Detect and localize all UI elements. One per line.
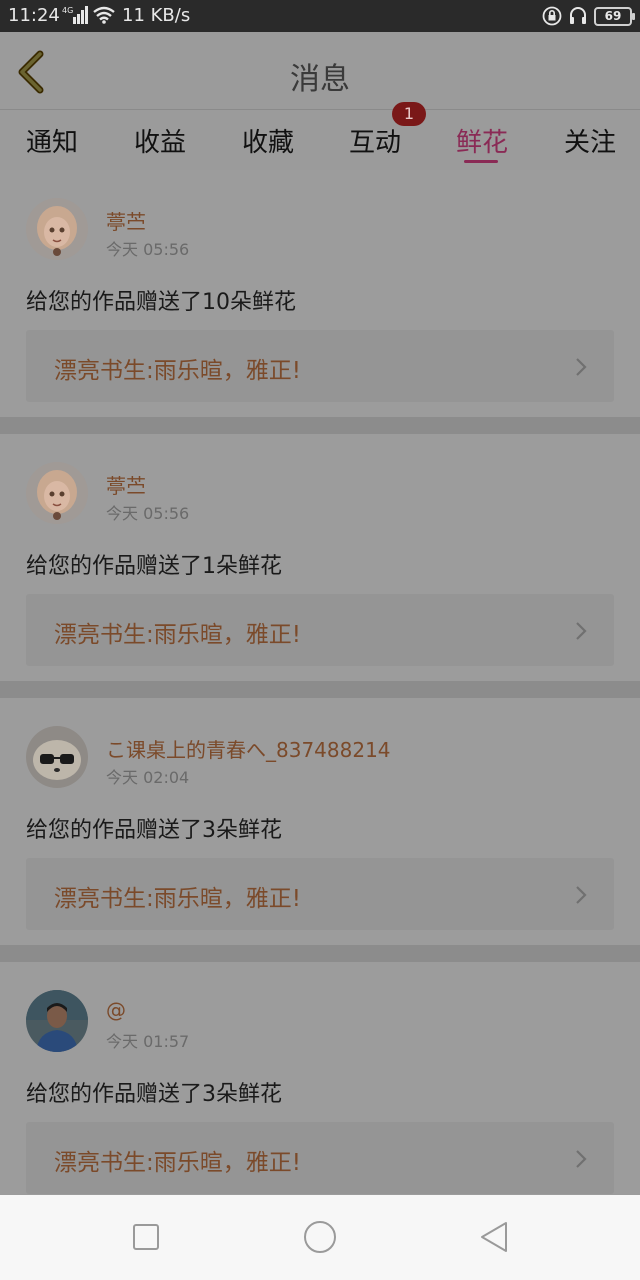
- tab-bar: 通知 收益 收藏 互动 鲜花 关注: [0, 110, 640, 170]
- work-link[interactable]: 漂亮书生:雨乐暄，雅正!: [26, 330, 614, 402]
- doll-avatar-icon: [26, 462, 88, 524]
- tab-flowers[interactable]: 鲜花: [456, 122, 508, 159]
- unread-badge: 1: [392, 102, 426, 126]
- active-tab-indicator: [464, 160, 498, 163]
- tab-favorites[interactable]: 收藏: [242, 122, 294, 159]
- message-card: こ课桌上的青春へ_837488214 今天 02:04 给您的作品赠送了3朵鲜花…: [0, 698, 640, 962]
- work-title: 漂亮书生:雨乐暄，雅正!: [54, 622, 301, 648]
- message-text: 给您的作品赠送了10朵鲜花: [26, 290, 296, 315]
- status-bar: 11:24 4G 11 KB/s 69: [0, 0, 640, 32]
- chevron-right-icon: [576, 886, 587, 904]
- header: 消息: [0, 32, 640, 110]
- rotation-lock-icon: [542, 6, 562, 26]
- wifi-icon: [93, 6, 115, 24]
- work-link[interactable]: 漂亮书生:雨乐暄，雅正!: [26, 1122, 614, 1194]
- network-speed: 11 KB/s: [122, 5, 191, 26]
- tab-notifications[interactable]: 通知: [26, 122, 78, 159]
- work-title: 漂亮书生:雨乐暄，雅正!: [54, 358, 301, 384]
- work-link[interactable]: 漂亮书生:雨乐暄，雅正!: [26, 858, 614, 930]
- circle-icon[interactable]: [300, 1217, 340, 1257]
- chevron-right-icon: [576, 622, 587, 640]
- message-text: 给您的作品赠送了3朵鲜花: [26, 818, 282, 843]
- page-title: 消息: [290, 62, 350, 97]
- work-title: 漂亮书生:雨乐暄，雅正!: [54, 1150, 301, 1176]
- message-card: @ 今天 01:57 给您的作品赠送了3朵鲜花 漂亮书生:雨乐暄，雅正!: [0, 962, 640, 1195]
- chevron-right-icon: [576, 1150, 587, 1168]
- message-card: 葶苎 今天 05:56 给您的作品赠送了10朵鲜花 漂亮书生:雨乐暄，雅正!: [0, 170, 640, 434]
- message-time: 今天 02:04: [106, 768, 190, 787]
- triangle-back-icon[interactable]: [474, 1217, 514, 1257]
- avatar[interactable]: [26, 990, 88, 1052]
- system-nav-bar: [0, 1195, 640, 1280]
- username[interactable]: こ课桌上的青春へ_837488214: [106, 734, 391, 763]
- status-time: 11:24: [8, 5, 60, 26]
- message-card: 葶苎 今天 05:56 给您的作品赠送了1朵鲜花 漂亮书生:雨乐暄，雅正!: [0, 434, 640, 698]
- square-icon[interactable]: [126, 1217, 166, 1257]
- person-avatar-icon: [26, 990, 88, 1052]
- signal-icon: 4G: [62, 6, 88, 24]
- avatar[interactable]: [26, 726, 88, 788]
- battery-indicator: 69: [594, 7, 635, 26]
- work-link[interactable]: 漂亮书生:雨乐暄，雅正!: [26, 594, 614, 666]
- tab-interactions[interactable]: 互动: [349, 122, 401, 159]
- message-text: 给您的作品赠送了1朵鲜花: [26, 554, 282, 579]
- avatar[interactable]: [26, 462, 88, 524]
- network-label: 4G: [62, 6, 73, 15]
- message-text: 给您的作品赠送了3朵鲜花: [26, 1082, 282, 1107]
- message-time: 今天 05:56: [106, 504, 190, 523]
- dog-with-glasses-avatar-icon: [26, 726, 88, 788]
- message-time: 今天 05:56: [106, 240, 190, 259]
- work-title: 漂亮书生:雨乐暄，雅正!: [54, 886, 301, 912]
- message-time: 今天 01:57: [106, 1032, 190, 1051]
- doll-avatar-icon: [26, 198, 88, 260]
- headset-icon: [570, 7, 586, 24]
- username[interactable]: @: [106, 998, 126, 1022]
- tab-following[interactable]: 关注: [564, 122, 616, 159]
- avatar[interactable]: [26, 198, 88, 260]
- chevron-right-icon: [576, 358, 587, 376]
- username[interactable]: 葶苎: [106, 206, 146, 235]
- tab-earnings[interactable]: 收益: [134, 122, 186, 159]
- username[interactable]: 葶苎: [106, 470, 146, 499]
